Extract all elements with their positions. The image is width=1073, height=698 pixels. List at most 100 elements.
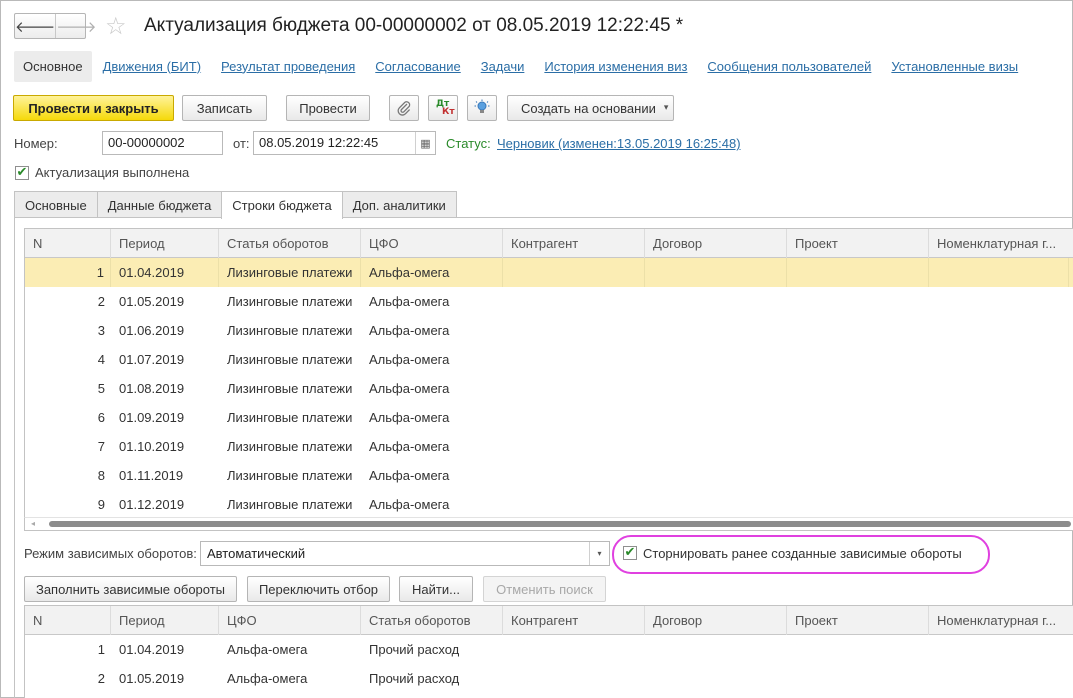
column-header[interactable]: ЦФО: [361, 229, 503, 258]
table-row[interactable]: 1 01.04.2019 Лизинговые платежи Альфа-ом…: [25, 258, 1073, 287]
scroll-left-icon[interactable]: ◂: [31, 519, 35, 528]
column-header[interactable]: ЦФО: [219, 606, 361, 635]
column-header[interactable]: Статья оборотов: [219, 229, 361, 258]
back-arrow-icon[interactable]: 🡐: [15, 14, 55, 38]
toggle-filter-button[interactable]: Переключить отбор: [247, 576, 390, 602]
row-number: 1: [25, 258, 111, 287]
row-number: 2: [97, 671, 105, 686]
period-cell: 01.05.2019: [119, 671, 185, 686]
turnover-item-cell: Лизинговые платежи: [227, 294, 353, 309]
section-tab-posting-result[interactable]: Результат проведения: [221, 59, 355, 74]
section-tab-approval[interactable]: Согласование: [375, 59, 460, 74]
date-from-label: от:: [233, 136, 250, 151]
section-tab-movements[interactable]: Движения (БИТ): [103, 59, 201, 74]
table-row[interactable]: 7 01.10.2019 Лизинговые платежи Альфа-ом…: [25, 432, 1073, 461]
table-row[interactable]: 2 01.05.2019 Альфа-омега Прочий расход: [25, 664, 1073, 693]
tab-budget-data[interactable]: Данные бюджета: [96, 191, 223, 218]
number-label: Номер:: [14, 136, 58, 151]
star-icon[interactable]: ☆: [105, 12, 127, 40]
table-row[interactable]: 8 01.11.2019 Лизинговые платежи Альфа-ом…: [25, 461, 1073, 490]
column-header[interactable]: Номенклатурная г...: [929, 229, 1069, 258]
period-cell: 01.10.2019: [119, 439, 185, 454]
row-number: 9: [97, 497, 105, 512]
table-row[interactable]: 2 01.05.2019 Лизинговые платежи Альфа-ом…: [25, 287, 1073, 316]
write-button[interactable]: Записать: [182, 95, 267, 121]
dependent-turnovers-table[interactable]: N Период ЦФО Статья оборотов Контрагент …: [24, 605, 1073, 698]
chevron-down-icon[interactable]: ▾: [589, 542, 609, 565]
fill-dependent-button[interactable]: Заполнить зависимые обороты: [24, 576, 237, 602]
column-header[interactable]: Контрагент: [503, 606, 645, 635]
period-cell: 01.09.2019: [119, 410, 185, 425]
reverse-dependent-checkbox[interactable]: ✔: [623, 546, 637, 560]
create-based-on-button[interactable]: Создать на основании ▾: [507, 95, 674, 121]
tab-basic[interactable]: Основные: [14, 191, 98, 218]
table-row[interactable]: 9 01.12.2019 Лизинговые платежи Альфа-ом…: [25, 490, 1073, 517]
budget-lines-table[interactable]: N Период Статья оборотов ЦФО Контрагент …: [24, 228, 1073, 518]
table-row[interactable]: 6 01.09.2019 Лизинговые платежи Альфа-ом…: [25, 403, 1073, 432]
column-header[interactable]: Договор: [645, 606, 787, 635]
cfo-cell: Альфа-омега: [361, 258, 503, 287]
paperclip-icon[interactable]: [389, 95, 419, 121]
section-tab-visa-history[interactable]: История изменения виз: [544, 59, 687, 74]
forward-arrow-icon[interactable]: 🡒: [55, 14, 96, 38]
column-header[interactable]: Период: [111, 606, 219, 635]
row-number: 8: [97, 468, 105, 483]
column-header[interactable]: N: [25, 229, 111, 258]
window-title: Актуализация бюджета 00-00000002 от 08.0…: [144, 15, 684, 36]
table-row[interactable]: 1 01.04.2019 Альфа-омега Прочий расход: [25, 635, 1073, 664]
scrollbar-thumb[interactable]: [49, 521, 1071, 527]
dt-kt-report-button[interactable]: Дт Кт: [428, 95, 458, 121]
row-number: 5: [97, 381, 105, 396]
dependent-mode-select[interactable]: Автоматический ▾: [200, 541, 610, 566]
table-row[interactable]: 5 01.08.2019 Лизинговые платежи Альфа-ом…: [25, 374, 1073, 403]
actualization-done-label: Актуализация выполнена: [35, 165, 190, 180]
turnover-item-cell: Лизинговые платежи: [227, 323, 353, 338]
dependent-mode-value: Автоматический: [207, 546, 306, 561]
column-header[interactable]: Период: [111, 229, 219, 258]
turnover-item-cell: Лизинговые платежи: [227, 381, 353, 396]
column-header[interactable]: Номенклатурная г...: [929, 606, 1069, 635]
tab-extra-analytics[interactable]: Доп. аналитики: [341, 191, 457, 218]
horizontal-scrollbar[interactable]: ◂: [24, 517, 1073, 531]
project-cell: [787, 258, 929, 287]
nomenclature-group-cell: [929, 258, 1069, 287]
post-and-close-button[interactable]: Провести и закрыть: [13, 95, 174, 121]
post-button[interactable]: Провести: [286, 95, 370, 121]
cfo-cell: Альфа-омега: [369, 323, 450, 338]
column-header[interactable]: Проект: [787, 606, 929, 635]
contract-cell: [645, 258, 787, 287]
row-number: 6: [97, 410, 105, 425]
status-link[interactable]: Черновик (изменен:13.05.2019 16:25:48): [497, 136, 741, 151]
find-button[interactable]: Найти...: [399, 576, 473, 602]
section-tab-user-messages[interactable]: Сообщения пользователей: [707, 59, 871, 74]
date-field[interactable]: 08.05.2019 12:22:45 ▦: [253, 131, 436, 155]
actualization-done-checkbox[interactable]: ✔: [15, 166, 29, 180]
column-header[interactable]: N: [25, 606, 111, 635]
section-tab-main[interactable]: Основное: [14, 50, 92, 82]
counterparty-cell: [503, 258, 645, 287]
tab-budget-lines[interactable]: Строки бюджета: [221, 191, 343, 219]
turnover-item-cell: Лизинговые платежи: [227, 352, 353, 367]
cancel-search-button[interactable]: Отменить поиск: [483, 576, 606, 602]
column-header[interactable]: Контрагент: [503, 229, 645, 258]
column-header[interactable]: Проект: [787, 229, 929, 258]
period-cell: 01.04.2019: [111, 258, 219, 287]
column-header[interactable]: Договор: [645, 229, 787, 258]
page-tabs: Основные Данные бюджета Строки бюджета Д…: [14, 191, 457, 219]
calendar-icon[interactable]: ▦: [415, 132, 435, 154]
navigation-buttons: 🡐 🡒: [14, 13, 96, 39]
cfo-cell: Альфа-омега: [227, 671, 308, 686]
period-cell: 01.11.2019: [119, 468, 184, 483]
table-row[interactable]: 3 01.06.2019 Лизинговые платежи Альфа-ом…: [25, 316, 1073, 345]
section-tab-tasks[interactable]: Задачи: [481, 59, 525, 74]
cfo-cell: Альфа-омега: [369, 410, 450, 425]
row-number: 1: [97, 642, 105, 657]
table-row[interactable]: 4 01.07.2019 Лизинговые платежи Альфа-ом…: [25, 345, 1073, 374]
cfo-cell: Альфа-омега: [369, 497, 450, 512]
turnover-item-cell: Лизинговые платежи: [227, 497, 353, 512]
number-field[interactable]: 00-00000002: [102, 131, 223, 155]
section-tab-set-visas[interactable]: Установленные визы: [891, 59, 1018, 74]
lightbulb-icon[interactable]: [467, 95, 497, 121]
cfo-cell: Альфа-омега: [369, 439, 450, 454]
column-header[interactable]: Статья оборотов: [361, 606, 503, 635]
